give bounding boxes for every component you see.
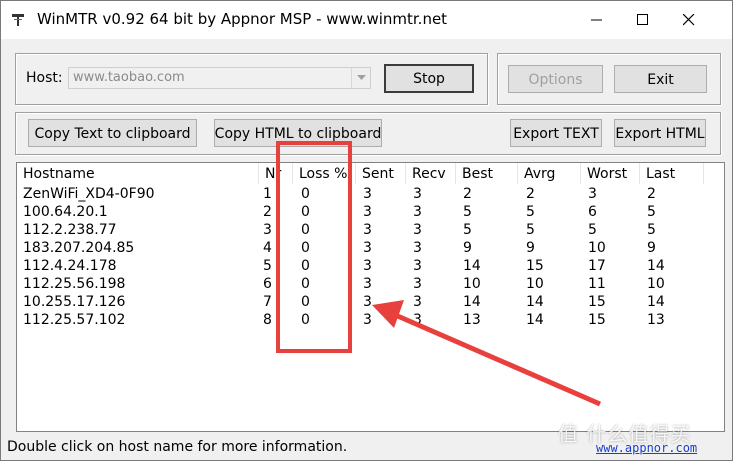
loss-column-highlight-box <box>276 141 352 353</box>
watermark: 值 什么值得买 <box>558 422 692 446</box>
annotation-arrow-shaft <box>392 311 601 407</box>
annotation-overlay <box>276 141 601 407</box>
